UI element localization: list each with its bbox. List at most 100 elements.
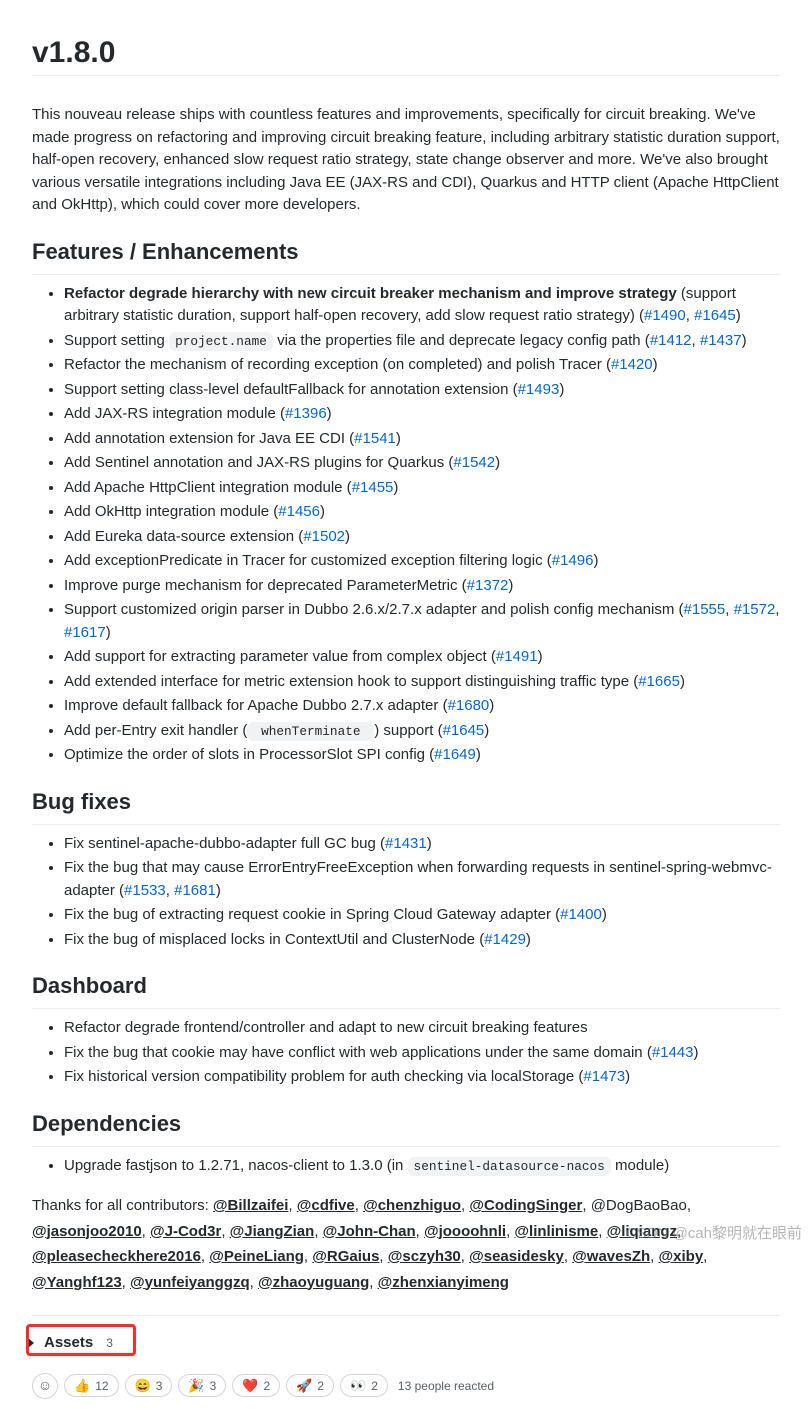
reaction-count: 2 [371, 1377, 378, 1395]
list-item: Fix sentinel-apache-dubbo-adapter full G… [64, 833, 780, 856]
mention-link[interactable]: @zhaoyuguang [258, 1274, 369, 1291]
mention-link[interactable]: @CodingSinger [469, 1197, 582, 1214]
mention-plain: @DogBaoBao [591, 1197, 687, 1214]
dashboard-list: Refactor degrade frontend/controller and… [32, 1017, 780, 1089]
list-item: Add JAX-RS integration module (#1396) [64, 403, 780, 426]
dashboard-heading: Dashboard [32, 969, 780, 1009]
reaction-count: 2 [263, 1377, 270, 1395]
mention-link[interactable]: @yunfeiyanggzq [130, 1274, 250, 1291]
reaction-pill[interactable]: 🎉3 [178, 1374, 226, 1398]
issue-link[interactable]: #1437 [700, 332, 742, 349]
issue-link[interactable]: #1396 [285, 405, 327, 422]
reactions-bar: ☺ 👍12😄3🎉3❤️2🚀2👀2 13 people reacted [32, 1373, 780, 1399]
features-list: Refactor degrade hierarchy with new circ… [32, 283, 780, 767]
issue-link[interactable]: #1491 [496, 648, 538, 665]
reaction-summary[interactable]: 13 people reacted [398, 1377, 494, 1395]
mention-link[interactable]: @cdfive [297, 1197, 355, 1214]
thanks-contributors: Thanks for all contributors: @Billzaifei… [32, 1193, 780, 1295]
issue-link[interactable]: #1680 [448, 697, 490, 714]
list-item: Add OkHttp integration module (#1456) [64, 501, 780, 524]
smile-icon: ☺ [38, 1375, 52, 1396]
list-item: Refactor degrade frontend/controller and… [64, 1017, 780, 1040]
list-item: Improve default fallback for Apache Dubb… [64, 695, 780, 718]
issue-link[interactable]: #1455 [352, 479, 394, 496]
reaction-emoji-icon: ❤️ [242, 1376, 258, 1396]
reaction-emoji-icon: 👍 [74, 1376, 90, 1396]
reaction-count: 12 [95, 1377, 108, 1395]
inline-code: project.name [169, 332, 273, 351]
issue-link[interactable]: #1490 [644, 307, 686, 324]
list-item: Add extended interface for metric extens… [64, 671, 780, 694]
list-item: Refactor degrade hierarchy with new circ… [64, 283, 780, 328]
issue-link[interactable]: #1400 [560, 906, 602, 923]
issue-link[interactable]: #1496 [552, 552, 594, 569]
issue-link[interactable]: #1412 [650, 332, 692, 349]
issue-link[interactable]: #1555 [684, 601, 726, 618]
reaction-emoji-icon: 😄 [135, 1376, 151, 1396]
issue-link[interactable]: #1645 [694, 307, 736, 324]
mention-link[interactable]: @joooohnli [424, 1223, 506, 1240]
deps-list: Upgrade fastjson to 1.2.71, nacos-client… [32, 1155, 780, 1178]
reaction-pill[interactable]: 🚀2 [286, 1374, 334, 1398]
list-item: Support setting class-level defaultFallb… [64, 379, 780, 402]
reaction-pill[interactable]: 😄3 [125, 1374, 173, 1398]
release-intro: This nouveau release ships with countles… [32, 104, 780, 217]
list-item: Fix the bug of misplaced locks in Contex… [64, 929, 780, 952]
issue-link[interactable]: #1443 [652, 1044, 694, 1061]
issue-link[interactable]: #1649 [434, 746, 476, 763]
assets-count: 3 [103, 1334, 116, 1352]
reaction-count: 2 [317, 1377, 324, 1395]
list-item: Refactor the mechanism of recording exce… [64, 354, 780, 377]
divider [32, 1315, 780, 1316]
bugfixes-list: Fix sentinel-apache-dubbo-adapter full G… [32, 833, 780, 952]
issue-link[interactable]: #1542 [453, 454, 495, 471]
reaction-count: 3 [156, 1377, 163, 1395]
reaction-pill[interactable]: ❤️ 2 [232, 1374, 280, 1398]
issue-link[interactable]: #1473 [583, 1068, 625, 1085]
mention-link[interactable]: @John-Chan [323, 1223, 416, 1240]
mention-link[interactable]: @zhenxianyimeng [378, 1274, 509, 1291]
mention-link[interactable]: @J-Cod3r [150, 1223, 221, 1240]
issue-link[interactable]: #1420 [611, 356, 653, 373]
mention-link[interactable]: @liqiangz [607, 1223, 677, 1240]
issue-link[interactable]: #1493 [518, 381, 560, 398]
bugfixes-heading: Bug fixes [32, 785, 780, 825]
reaction-count: 3 [210, 1377, 217, 1395]
list-item: Optimize the order of slots in Processor… [64, 744, 780, 767]
assets-toggle[interactable]: Assets 3 [24, 1328, 124, 1359]
issue-link[interactable]: #1456 [278, 503, 320, 520]
list-item: Fix historical version compatibility pro… [64, 1066, 780, 1089]
list-item: Fix the bug that cookie may have conflic… [64, 1042, 780, 1065]
mention-link[interactable]: @Billzaifei [213, 1197, 288, 1214]
reaction-emoji-icon: 🚀 [296, 1376, 312, 1396]
release-title: v1.8.0 [32, 30, 780, 76]
reaction-emoji-icon: 🎉 [188, 1376, 204, 1396]
issue-link[interactable]: #1533 [124, 882, 166, 899]
bold-text: Refactor degrade hierarchy with new circ… [64, 285, 677, 302]
issue-link[interactable]: #1645 [443, 722, 485, 739]
mention-link[interactable]: @jasonjoo2010 [32, 1223, 142, 1240]
mention-link[interactable]: @Yanghf123 [32, 1274, 122, 1291]
issue-link[interactable]: #1429 [484, 931, 526, 948]
issue-link[interactable]: #1502 [303, 528, 345, 545]
mention-link[interactable]: @chenzhiguo [363, 1197, 461, 1214]
list-item: Fix the bug of extracting request cookie… [64, 904, 780, 927]
list-item: Add exceptionPredicate in Tracer for cus… [64, 550, 780, 573]
issue-link[interactable]: #1541 [354, 430, 396, 447]
list-item: Add annotation extension for Java EE CDI… [64, 428, 780, 451]
add-reaction-button[interactable]: ☺ [32, 1373, 58, 1399]
issue-link[interactable]: #1665 [638, 673, 680, 690]
mention-link[interactable]: @linlinisme [514, 1223, 598, 1240]
issue-link[interactable]: #1572 [734, 601, 776, 618]
issue-link[interactable]: #1617 [64, 624, 106, 641]
issue-link[interactable]: #1681 [174, 882, 216, 899]
list-item: Support setting project.name via the pro… [64, 330, 780, 353]
list-item: Add Apache HttpClient integration module… [64, 477, 780, 500]
list-item: Add Sentinel annotation and JAX-RS plugi… [64, 452, 780, 475]
list-item: Add per-Entry exit handler ( whenTermina… [64, 720, 780, 743]
mention-link[interactable]: @JiangZian [230, 1223, 315, 1240]
reaction-pill[interactable]: 👍 12 [64, 1374, 119, 1398]
issue-link[interactable]: #1431 [385, 835, 427, 852]
issue-link[interactable]: #1372 [467, 577, 509, 594]
reaction-pill[interactable]: 👀2 [340, 1374, 388, 1398]
